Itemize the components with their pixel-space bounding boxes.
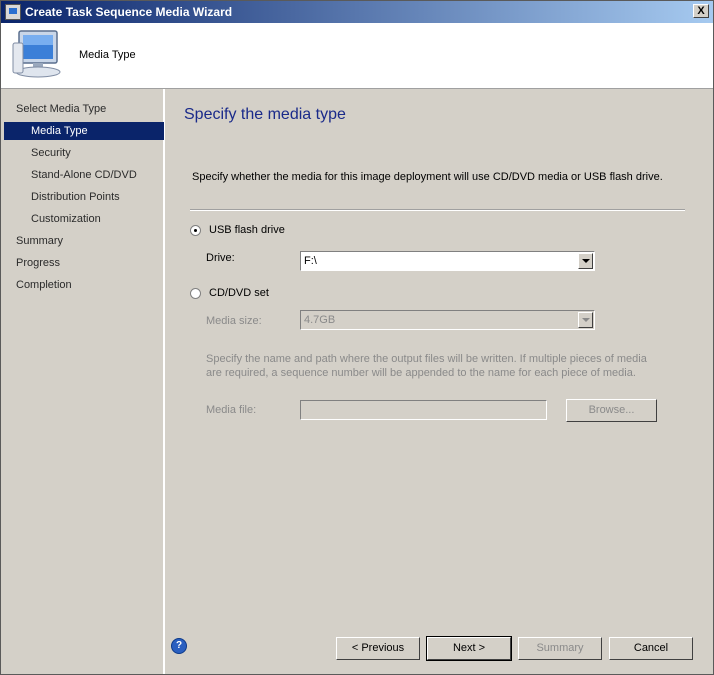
wizard-window: Create Task Sequence Media Wizard X Medi… <box>0 0 714 675</box>
title-bar[interactable]: Create Task Sequence Media Wizard X <box>1 1 713 23</box>
media-file-info: Specify the name and path where the outp… <box>206 353 647 379</box>
help-icon[interactable]: ? <box>171 638 187 654</box>
next-button[interactable]: Next > <box>426 636 512 661</box>
cddvd-radio-label[interactable]: CD/DVD set <box>209 287 269 299</box>
drive-value: F:\ <box>304 255 317 267</box>
window-title: Create Task Sequence Media Wizard <box>25 5 233 19</box>
wizard-steps: Select Media Type Media Type Security St… <box>3 89 165 674</box>
step-distribution-points: Distribution Points <box>31 191 120 203</box>
summary-button[interactable]: Summary <box>518 637 602 660</box>
media-file-input[interactable] <box>300 400 547 420</box>
page-description: Specify whether the media for this image… <box>192 171 663 183</box>
wizard-content: Specify the media type Specify whether t… <box>167 89 713 674</box>
step-completion: Completion <box>16 279 72 291</box>
step-select-media-type: Select Media Type <box>16 103 107 115</box>
usb-radio-label[interactable]: USB flash drive <box>209 224 285 236</box>
step-stand-alone-cd-dvd: Stand-Alone CD/DVD <box>31 169 137 181</box>
cancel-button[interactable]: Cancel <box>609 637 693 660</box>
chevron-down-icon[interactable] <box>578 253 593 269</box>
chevron-down-icon[interactable] <box>578 312 593 328</box>
usb-radio[interactable] <box>190 225 201 236</box>
cddvd-radio[interactable] <box>190 288 201 299</box>
wizard-header: Media Type <box>1 23 713 89</box>
computer-icon <box>12 30 61 78</box>
step-progress: Progress <box>16 257 61 269</box>
header-title: Media Type <box>79 49 136 61</box>
step-media-type: Media Type <box>4 122 164 140</box>
media-size-label: Media size: <box>206 315 262 327</box>
media-size-select[interactable]: 4.7GB <box>300 310 595 330</box>
app-icon <box>5 4 21 20</box>
media-size-value: 4.7GB <box>304 314 336 326</box>
drive-select[interactable]: F:\ <box>300 251 595 271</box>
step-summary: Summary <box>16 235 64 247</box>
browse-button[interactable]: Browse... <box>566 399 657 422</box>
divider <box>190 209 685 211</box>
media-file-label: Media file: <box>206 404 257 416</box>
drive-label: Drive: <box>206 252 235 264</box>
page-title: Specify the media type <box>184 106 346 123</box>
previous-button[interactable]: < Previous <box>336 637 420 660</box>
step-customization: Customization <box>31 213 101 225</box>
close-button[interactable]: X <box>693 4 709 18</box>
step-security: Security <box>31 147 71 159</box>
